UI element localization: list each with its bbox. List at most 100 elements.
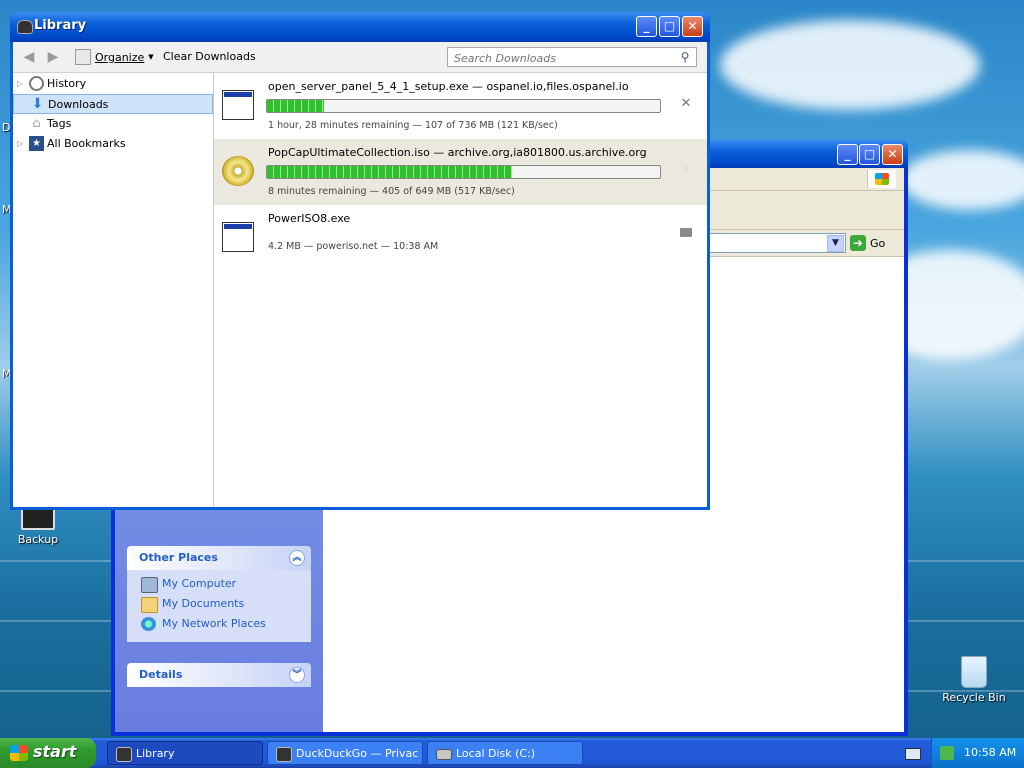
download-name: PowerISO8.exe [268,212,351,225]
maximize-button[interactable]: □ [859,144,880,165]
forward-arrow-icon[interactable]: ▶ [45,49,61,65]
organize-icon [75,49,91,65]
recycle-bin-icon [961,656,987,688]
system-tray: 10:58 AM [931,738,1024,768]
panel-header[interactable]: Other Places ︽ [127,546,311,570]
download-item[interactable]: open_server_panel_5_4_1_setup.exe — ospa… [214,73,707,139]
place-my-network-places[interactable]: My Network Places [127,614,311,634]
library-titlebar[interactable]: Library _ □ ✕ [10,12,710,42]
search-box[interactable]: ⚲ [447,47,697,67]
keyboard-icon[interactable] [905,748,921,760]
back-arrow-icon[interactable]: ◀ [21,49,37,65]
sidebar-item-label: History [47,77,87,90]
taskbar-button-local-disk[interactable]: Local Disk (C:) [427,741,583,765]
download-name: PopCapUltimateCollection.iso — archive.o… [268,146,647,159]
cancel-download-icon[interactable]: ✕ [679,97,693,111]
desktop-icon-label: Backup [17,533,59,546]
sky-cloud [720,20,980,110]
download-progress-fill [267,100,324,112]
download-arrow-icon: ⬇ [31,96,44,112]
minimize-button[interactable]: _ [636,16,657,37]
desktop-icon-label: Recycle Bin [942,691,1006,704]
search-input[interactable] [452,49,676,67]
go-label: Go [870,236,886,250]
panel-header[interactable]: Details ︾ [127,663,311,687]
network-tray-icon[interactable] [940,746,954,760]
hard-drive-icon [436,749,452,760]
open-folder-button[interactable] [679,225,693,239]
taskbar-button-duckduckgo[interactable]: DuckDuckGo — Privac... [267,741,423,765]
sidebar-item-all-bookmarks[interactable]: ▷ ★ All Bookmarks [13,134,213,154]
download-status: 8 minutes remaining — 405 of 649 MB (517… [268,186,515,197]
download-item[interactable]: PowerISO8.exe 4.2 MB — poweriso.net — 10… [214,205,707,271]
exe-file-icon [222,222,254,252]
sidebar-item-downloads[interactable]: ⬇ Downloads [13,94,213,114]
chevron-down-icon[interactable]: ▼ [827,235,844,252]
clock-icon [29,76,44,91]
sidebar-item-label: Tags [47,117,72,130]
place-label: My Documents [162,597,245,610]
place-my-computer[interactable]: My Computer [127,574,311,594]
backup-icon [21,508,55,530]
go-button[interactable]: ➜ Go [850,234,898,252]
sidebar-item-label: All Bookmarks [47,137,126,150]
expand-chevron-icon[interactable]: ︾ [289,667,305,683]
panel-title: Other Places [139,551,218,564]
organize-button[interactable]: Organize ▼ [75,48,154,66]
task-label: DuckDuckGo — Privac... [296,747,418,760]
app-icon [17,20,33,34]
organize-label: Organize [95,50,145,64]
maximize-button[interactable]: □ [659,16,680,37]
folder-icon [680,228,692,237]
collapse-chevron-icon[interactable]: ︽ [289,550,305,566]
taskbar: start Library DuckDuckGo — Privac... Loc… [0,738,1024,768]
sidebar-item-label: Downloads [48,98,109,111]
library-toolbar: ◀ ▶ Organize ▼ Clear Downloads ⚲ [13,42,707,73]
expand-twisty-icon[interactable]: ▷ [17,134,25,154]
minimize-button[interactable]: _ [837,144,858,165]
library-sidebar: ▷ History ⬇ Downloads ⌂ Tags ▷ ★ All Boo… [13,73,214,507]
taskbar-button-library[interactable]: Library [107,741,263,765]
documents-folder-icon [141,597,158,613]
desktop-icon-recycle-bin[interactable]: Recycle Bin [939,656,1009,704]
clock[interactable]: 10:58 AM [964,746,1016,759]
close-button[interactable]: ✕ [682,16,703,37]
exe-file-icon [222,90,254,120]
other-places-panel: Other Places ︽ My Computer My Documents … [127,546,311,642]
details-panel: Details ︾ [127,663,311,687]
download-name: open_server_panel_5_4_1_setup.exe — ospa… [268,80,629,93]
place-my-documents[interactable]: My Documents [127,594,311,614]
download-progress-bar [266,165,661,179]
desktop-icon-backup[interactable]: Backup [3,506,73,546]
window-title: Library [34,18,87,33]
windows-logo-icon [867,170,896,188]
search-icon[interactable]: ⚲ [678,50,692,64]
dropdown-caret-icon: ▼ [148,53,154,61]
close-button[interactable]: ✕ [882,144,903,165]
download-progress-bar [266,99,661,113]
download-status: 1 hour, 28 minutes remaining — 107 of 73… [268,120,558,131]
star-icon: ★ [29,136,44,151]
task-label: Library [136,747,175,760]
sidebar-item-history[interactable]: ▷ History [13,74,213,94]
sidebar-item-tags[interactable]: ⌂ Tags [13,114,213,134]
cd-disc-icon [222,156,254,186]
firefox-icon [116,747,132,762]
sky-cloud [900,150,1024,210]
network-globe-icon [141,617,156,631]
start-button[interactable]: start [0,738,96,768]
clear-downloads-button[interactable]: Clear Downloads [163,50,256,63]
download-item[interactable]: PopCapUltimateCollection.iso — archive.o… [214,139,707,205]
place-label: My Network Places [162,617,266,630]
download-progress-fill [267,166,513,178]
task-label: Local Disk (C:) [456,747,536,760]
firefox-icon [276,747,292,762]
cancel-download-icon[interactable]: ✕ [679,163,693,177]
place-label: My Computer [162,577,237,590]
tag-icon: ⌂ [32,116,41,131]
expand-twisty-icon[interactable]: ▷ [17,74,25,94]
computer-icon [141,577,158,593]
download-status: 4.2 MB — poweriso.net — 10:38 AM [268,241,439,252]
start-label: start [33,742,77,761]
windows-flag-icon [10,745,28,761]
